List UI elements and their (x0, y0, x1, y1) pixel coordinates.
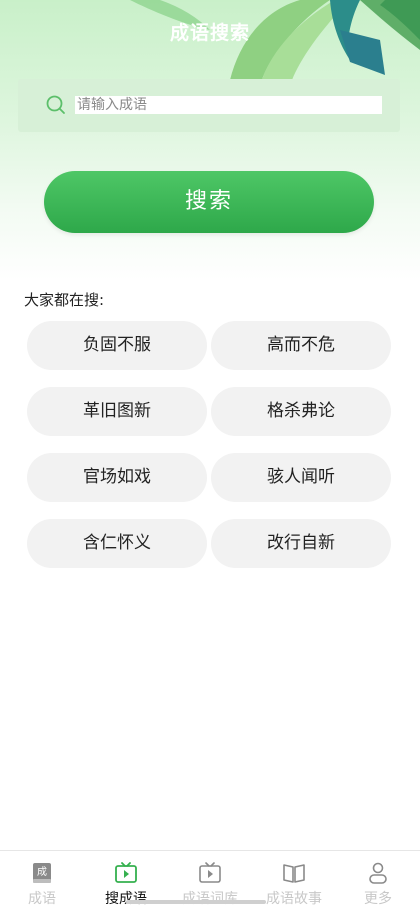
tab-label: 成语词库 (182, 891, 238, 907)
book-icon: 成 (33, 863, 51, 883)
open-book-icon (283, 864, 305, 883)
tv-play-icon (199, 862, 221, 883)
person-icon (369, 862, 387, 884)
page-title: 成语搜索 (169, 22, 250, 44)
popular-tag[interactable]: 高而不危 (211, 321, 391, 370)
popular-searches-label: 大家都在搜: (24, 291, 105, 309)
popular-tag[interactable]: 格杀弗论 (211, 387, 391, 436)
popular-tag[interactable]: 革旧图新 (27, 387, 207, 436)
tab-label: 搜成语 (105, 891, 147, 907)
tab-idioms[interactable]: 成 成语 (0, 851, 84, 909)
svg-text:成: 成 (37, 866, 47, 878)
tab-more[interactable]: 更多 (336, 851, 420, 909)
tab-label: 成语 (28, 891, 56, 907)
tab-label: 成语故事 (266, 891, 322, 907)
tab-label: 更多 (364, 891, 392, 907)
popular-tag[interactable]: 官场如戏 (27, 453, 207, 502)
tv-play-icon (115, 862, 137, 883)
search-icon (46, 95, 65, 114)
popular-tag[interactable]: 负固不服 (27, 321, 207, 370)
popular-tag[interactable]: 骇人闻听 (211, 453, 391, 502)
search-button[interactable]: 搜索 (44, 171, 374, 233)
popular-tag[interactable]: 含仁怀义 (27, 519, 207, 568)
home-indicator (126, 900, 266, 904)
popular-tag[interactable]: 改行自新 (211, 519, 391, 568)
search-input[interactable] (75, 96, 382, 114)
